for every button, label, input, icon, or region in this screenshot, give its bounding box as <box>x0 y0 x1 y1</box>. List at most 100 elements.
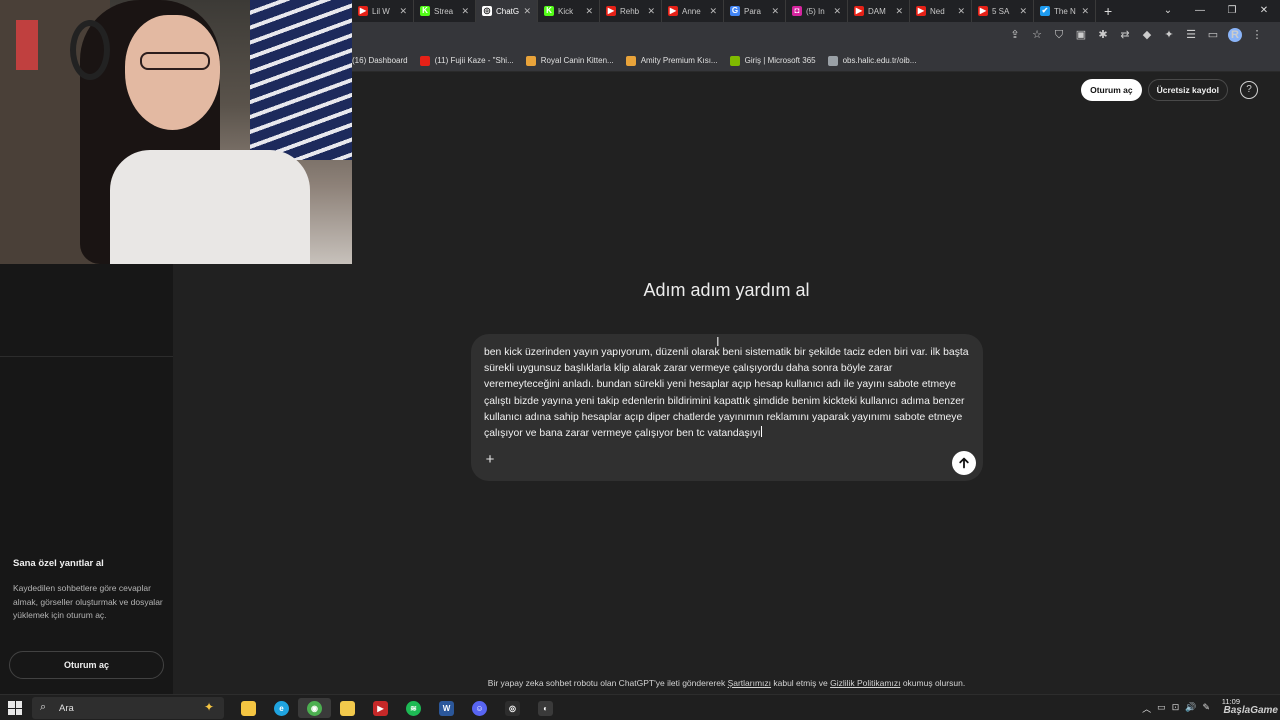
browser-menu-icon[interactable]: ⋮ <box>1250 28 1264 42</box>
tab-close-icon[interactable]: ✕ <box>895 6 903 17</box>
footer-prefix: Bir yapay zeka sohbet robotu olan ChatGP… <box>487 678 728 688</box>
extension-icon[interactable]: ✦ <box>1162 28 1176 42</box>
taskbar-app-file-explorer[interactable] <box>232 698 265 718</box>
taskbar-app-app[interactable]: ◐ <box>529 698 562 718</box>
browser-tab[interactable]: G Para ✕ <box>724 0 786 22</box>
browser-tab[interactable]: ◎ ChatG ✕ <box>476 0 538 22</box>
bookmark-item[interactable]: obs.halic.edu.tr/oib... <box>827 55 916 66</box>
tab-close-icon[interactable]: ✕ <box>461 6 469 17</box>
battery-icon[interactable]: ▭ <box>1157 702 1166 715</box>
taskbar-app-edge[interactable]: e <box>265 698 298 718</box>
footer-middle: kabul etmiş ve <box>771 678 831 688</box>
app-icon: ◐ <box>538 700 553 716</box>
tab-close-icon[interactable]: ✕ <box>833 6 841 17</box>
bookmark-item[interactable]: (11) Fujii Kaze - "Shi... <box>419 55 514 66</box>
bookmark-item[interactable]: Royal Canin Kitten... <box>525 55 614 66</box>
prompt-textarea[interactable]: ben kick üzerinden yayın yapıyorum, düze… <box>484 345 969 442</box>
obs-icon: ◎ <box>505 700 520 716</box>
browser-tab[interactable]: ▶ Anne ✕ <box>662 0 724 22</box>
taskbar-app-video-editor[interactable]: ▶ <box>364 698 397 718</box>
new-tab-button[interactable]: + <box>1096 3 1120 19</box>
bookmark-label: Amity Premium Kısı... <box>640 56 718 65</box>
message-composer[interactable]: ben kick üzerinden yayın yapıyorum, düze… <box>471 334 983 481</box>
text-cursor-icon: I <box>716 334 720 349</box>
network-icon[interactable]: ⊡ <box>1172 702 1180 715</box>
extension-icon[interactable]: ◆ <box>1140 28 1154 42</box>
sidebar-promo-title: Sana özel yanıtlar al <box>13 558 104 569</box>
taskbar-search[interactable]: ⌕ Ara ✦ <box>32 697 224 719</box>
webcam-person-face <box>125 15 220 130</box>
browser-tab[interactable]: ▶ 5 SA ✕ <box>972 0 1034 22</box>
browser-tab[interactable]: ▶ Rehb ✕ <box>600 0 662 22</box>
profile-avatar[interactable]: R <box>1228 28 1242 42</box>
bookmark-item[interactable]: (16) Dashboard <box>352 56 408 65</box>
taskbar-app-obs[interactable]: ◎ <box>496 698 529 718</box>
footer-suffix: okumuş olursun. <box>900 678 966 688</box>
browser-tab[interactable]: K Strea ✕ <box>414 0 476 22</box>
tab-close-icon[interactable]: ✕ <box>523 6 531 17</box>
reading-list-icon[interactable]: ☰ <box>1184 28 1198 42</box>
tab-title: DAM <box>868 6 886 16</box>
extension-icon[interactable]: ⇄ <box>1118 28 1132 42</box>
side-panel-icon[interactable]: ▭ <box>1206 28 1220 42</box>
bookmark-item[interactable]: Amity Premium Kısı... <box>625 55 718 66</box>
taskbar-app-notes[interactable] <box>331 698 364 718</box>
tab-close-icon[interactable]: ✕ <box>585 6 593 17</box>
browser-tab[interactable]: ▶ Ned ✕ <box>910 0 972 22</box>
windows-start-icon[interactable] <box>8 701 22 715</box>
tab-close-icon[interactable]: ✕ <box>1081 6 1089 17</box>
tab-close-icon[interactable]: ✕ <box>399 6 407 17</box>
pen-icon[interactable]: ✎ <box>1202 702 1210 715</box>
tab-close-icon[interactable]: ✕ <box>957 6 965 17</box>
tab-title: Ned <box>930 6 945 16</box>
sidebar-promo-description: Kaydedilen sohbetlere göre cevaplar alma… <box>13 583 163 620</box>
tab-close-icon[interactable]: ✕ <box>647 6 655 17</box>
close-window-icon[interactable]: ✕ <box>1248 0 1280 22</box>
sidebar-login-button[interactable]: Oturum aç <box>9 651 164 679</box>
taskbar-app-word[interactable]: W <box>430 698 463 718</box>
taskbar-app-spotify[interactable]: ≋ <box>397 698 430 718</box>
bookmark-favicon-icon <box>827 55 838 66</box>
legal-footer: Bir yapay zeka sohbet robotu olan ChatGP… <box>0 678 1280 688</box>
tab-close-icon[interactable]: ✕ <box>1019 6 1027 17</box>
tray-overflow-icon[interactable]: ︿ <box>1142 702 1151 715</box>
browser-tab[interactable]: ◘ (5) In ✕ <box>786 0 848 22</box>
bookmark-label: (16) Dashboard <box>352 56 408 65</box>
tab-search-icon[interactable]: ⌄ <box>1152 0 1184 22</box>
help-icon[interactable]: ? <box>1240 81 1258 99</box>
webcam-overlay <box>0 0 352 264</box>
webcam-headset <box>70 20 110 80</box>
add-attachment-icon[interactable]: + <box>482 452 498 468</box>
spotify-icon: ≋ <box>406 700 421 716</box>
tab-title: The N <box>1054 6 1076 16</box>
tab-close-icon[interactable]: ✕ <box>771 6 779 17</box>
taskbar-app-chrome[interactable]: ◉ <box>298 698 331 718</box>
terms-link[interactable]: Şartlarımızı <box>728 678 771 688</box>
windows-taskbar: ⌕ Ara ✦ e ◉ ▶ ≋ W ☺ ◎ ◐ ︿ ▭ ⊡ 🔊 ✎ 11:09 BaşlaGame <box>0 694 1280 720</box>
login-button[interactable]: Oturum aç <box>1081 79 1142 101</box>
bookmark-favicon-icon <box>525 55 536 66</box>
signup-button[interactable]: Ücretsiz kaydol <box>1147 79 1228 101</box>
bookmark-star-icon[interactable]: ☆ <box>1030 28 1044 42</box>
extension-icon[interactable]: ✱ <box>1096 28 1110 42</box>
minimize-icon[interactable]: — <box>1184 0 1216 22</box>
send-button[interactable] <box>952 451 976 475</box>
taskbar-app-discord[interactable]: ☺ <box>463 698 496 718</box>
window-controls: ⌄ — ❐ ✕ <box>1152 0 1280 22</box>
shield-extension-icon[interactable]: ⛉ <box>1052 28 1066 42</box>
volume-icon[interactable]: 🔊 <box>1185 702 1196 715</box>
share-icon[interactable]: ⇪ <box>1008 28 1022 42</box>
webcam-person-shirt <box>110 150 310 264</box>
word-icon: W <box>439 700 454 716</box>
privacy-link[interactable]: Gizlilik Politikamızı <box>830 678 900 688</box>
bookmark-item[interactable]: Giriş | Microsoft 365 <box>729 55 816 66</box>
restore-icon[interactable]: ❐ <box>1216 0 1248 22</box>
browser-tab[interactable]: K Kick ✕ <box>538 0 600 22</box>
tab-close-icon[interactable]: ✕ <box>709 6 717 17</box>
browser-tab[interactable]: ▶ DAM ✕ <box>848 0 910 22</box>
arrow-up-icon <box>959 457 969 469</box>
extension-icon[interactable]: ▣ <box>1074 28 1088 42</box>
browser-tab[interactable]: ▶ Lil W ✕ <box>352 0 414 22</box>
bookmark-favicon-icon <box>729 55 740 66</box>
browser-tab[interactable]: ✔ The N ✕ <box>1034 0 1096 22</box>
